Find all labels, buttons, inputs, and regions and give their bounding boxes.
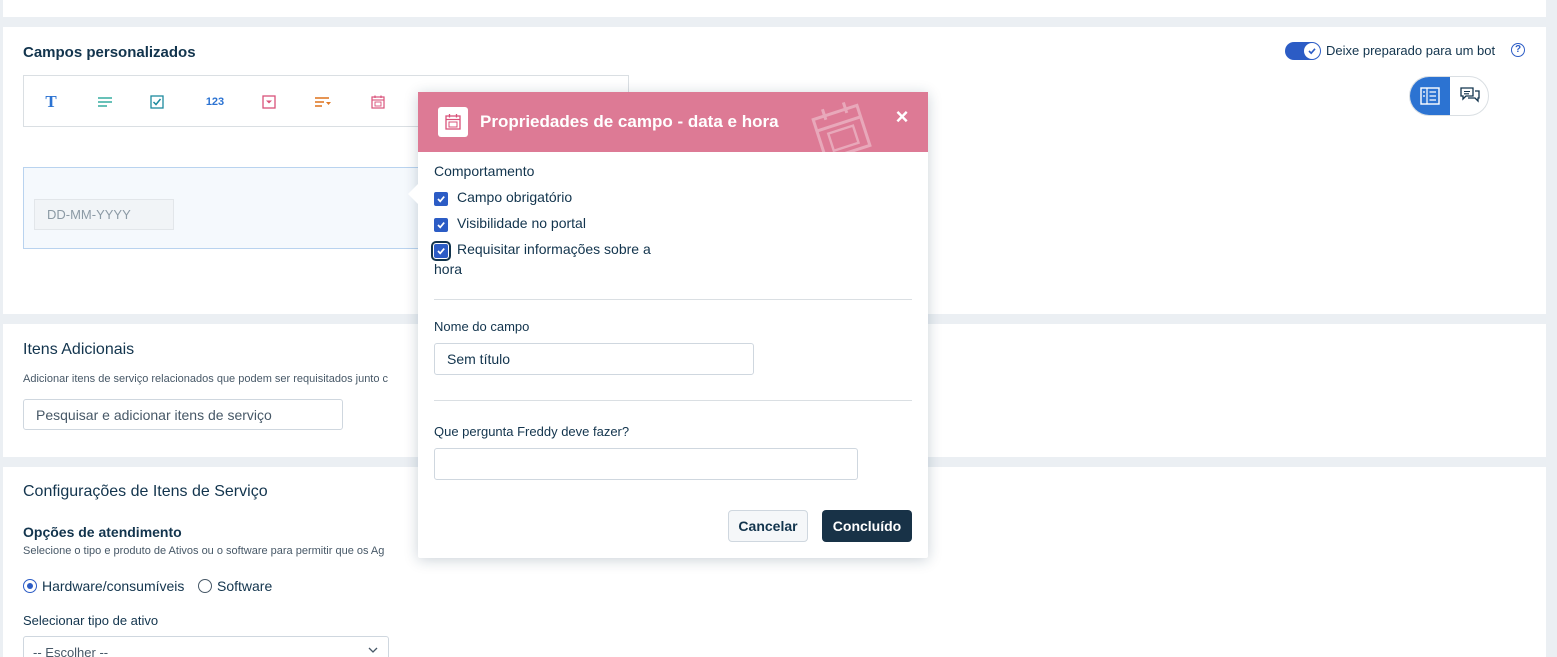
divider bbox=[434, 400, 912, 401]
custom-fields-title: Campos personalizados bbox=[23, 44, 196, 61]
modal-header: Propriedades de campo - data e hora × bbox=[418, 92, 928, 152]
field-properties-modal: Propriedades de campo - data e hora × Co… bbox=[408, 92, 928, 558]
hardware-radio[interactable] bbox=[23, 579, 37, 593]
check-icon bbox=[437, 196, 445, 203]
top-card bbox=[3, 0, 1546, 17]
asset-type-select-value: -- Escolher -- bbox=[33, 645, 109, 657]
toggle-check-icon bbox=[1304, 43, 1320, 59]
field-name-label: Nome do campo bbox=[434, 319, 530, 334]
bot-toggle-label: Deixe preparado para um bot bbox=[1326, 43, 1496, 58]
modal-pointer bbox=[408, 184, 418, 204]
asset-type-label: Selecionar tipo de ativo bbox=[23, 613, 159, 628]
required-checkbox-label: Campo obrigatório bbox=[457, 189, 573, 205]
field-name-input[interactable]: Sem título bbox=[434, 343, 754, 375]
chevron-down-icon bbox=[368, 647, 378, 653]
freddy-question-label: Que pergunta Freddy deve fazer? bbox=[434, 424, 630, 439]
checkbox-field-icon[interactable] bbox=[146, 92, 168, 112]
portal-visibility-checkbox-label: Visibilidade no portal bbox=[457, 215, 586, 231]
additional-items-title: Itens Adicionais bbox=[23, 341, 135, 358]
additional-items-description: Adicionar itens de serviço relacionados … bbox=[23, 373, 389, 385]
software-radio[interactable] bbox=[198, 579, 212, 593]
done-button[interactable]: Concluído bbox=[822, 510, 912, 542]
paragraph-field-icon[interactable] bbox=[94, 92, 116, 112]
help-icon[interactable]: ? bbox=[1511, 43, 1525, 57]
text-field-icon[interactable]: T bbox=[40, 92, 62, 112]
service-items-search-input[interactable]: Pesquisar e adicionar itens de serviço bbox=[23, 399, 343, 430]
date-input[interactable]: DD-MM-YYYY bbox=[34, 199, 174, 230]
calendar-icon bbox=[438, 107, 468, 137]
service-options-description: Selecione o tipo e produto de Ativos ou … bbox=[23, 545, 385, 557]
form-view-icon bbox=[1420, 87, 1440, 105]
portal-visibility-checkbox[interactable] bbox=[434, 218, 448, 232]
service-options-title: Opções de atendimento bbox=[23, 524, 182, 540]
view-switch bbox=[1409, 76, 1489, 116]
hardware-radio-label: Hardware/consumíveis bbox=[42, 578, 185, 594]
modal-title: Propriedades de campo - data e hora bbox=[480, 112, 779, 131]
request-time-checkbox-label: Requisitar informações sobre a hora bbox=[434, 241, 651, 277]
cancel-button[interactable]: Cancelar bbox=[728, 510, 808, 542]
chat-view-icon bbox=[1460, 87, 1480, 103]
chat-view-button[interactable] bbox=[1450, 77, 1488, 115]
freddy-question-input[interactable] bbox=[434, 448, 858, 480]
behavior-label: Comportamento bbox=[434, 163, 535, 179]
check-icon bbox=[437, 222, 445, 229]
service-config-title: Configurações de Itens de Serviço bbox=[23, 483, 268, 500]
calendar-watermark-icon bbox=[811, 102, 872, 152]
dropdown-field-icon[interactable] bbox=[258, 92, 280, 112]
close-icon[interactable]: × bbox=[892, 106, 912, 128]
asset-type-select[interactable]: -- Escolher -- bbox=[23, 636, 389, 657]
form-view-button[interactable] bbox=[1410, 77, 1450, 115]
software-radio-label: Software bbox=[217, 578, 273, 594]
divider bbox=[434, 299, 912, 300]
bot-toggle[interactable] bbox=[1285, 42, 1321, 60]
dependent-field-icon[interactable] bbox=[312, 92, 334, 112]
date-field-icon[interactable] bbox=[367, 92, 389, 112]
date-field-preview[interactable]: DD-MM-YYYY bbox=[23, 167, 423, 249]
number-field-icon[interactable]: 123 bbox=[200, 92, 230, 112]
required-checkbox[interactable] bbox=[434, 192, 448, 206]
